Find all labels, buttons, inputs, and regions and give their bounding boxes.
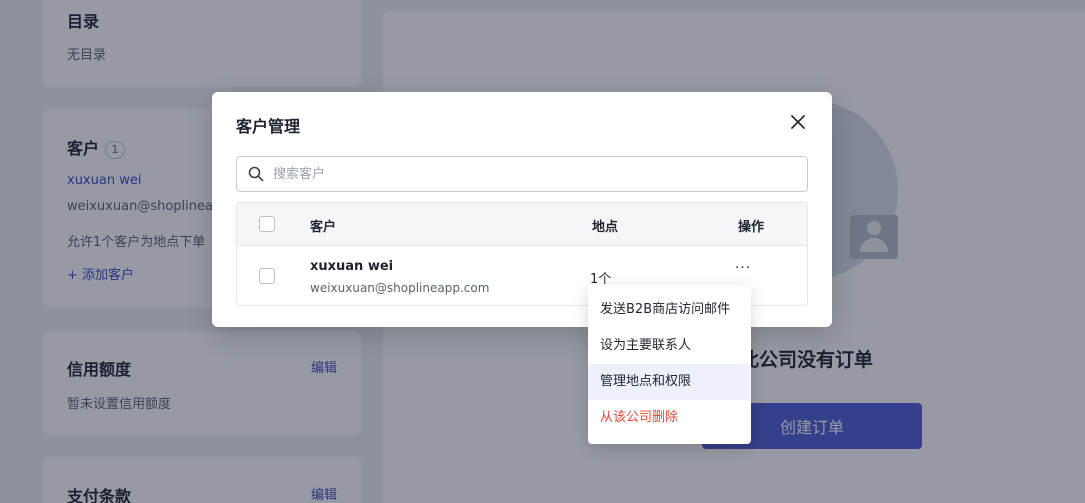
header-actions: 操作 <box>738 220 765 235</box>
header-customer: 客户 <box>310 220 337 235</box>
row-checkbox[interactable] <box>259 268 275 284</box>
modal-title: 客户管理 <box>236 117 301 136</box>
menu-item-manage-locations[interactable]: 管理地点和权限 <box>588 364 751 400</box>
select-all-checkbox[interactable] <box>259 216 275 232</box>
menu-item-remove-from-company[interactable]: 从该公司删除 <box>588 400 751 436</box>
row-actions-menu: 发送B2B商店访问邮件 设为主要联系人 管理地点和权限 从该公司删除 <box>588 285 751 444</box>
header-location: 地点 <box>592 220 619 235</box>
search-icon <box>248 166 264 182</box>
customer-name: xuxuan wei <box>310 259 394 274</box>
more-horizontal-icon[interactable]: ··· <box>733 261 753 279</box>
menu-item-send-b2b-email[interactable]: 发送B2B商店访问邮件 <box>588 292 751 328</box>
close-icon[interactable] <box>788 112 808 132</box>
table-header: 客户 地点 操作 <box>237 203 807 246</box>
customer-email: weixuxuan@shoplineapp.com <box>310 281 490 295</box>
search-box <box>236 156 808 192</box>
menu-item-set-primary-contact[interactable]: 设为主要联系人 <box>588 328 751 364</box>
search-input[interactable] <box>273 157 793 191</box>
